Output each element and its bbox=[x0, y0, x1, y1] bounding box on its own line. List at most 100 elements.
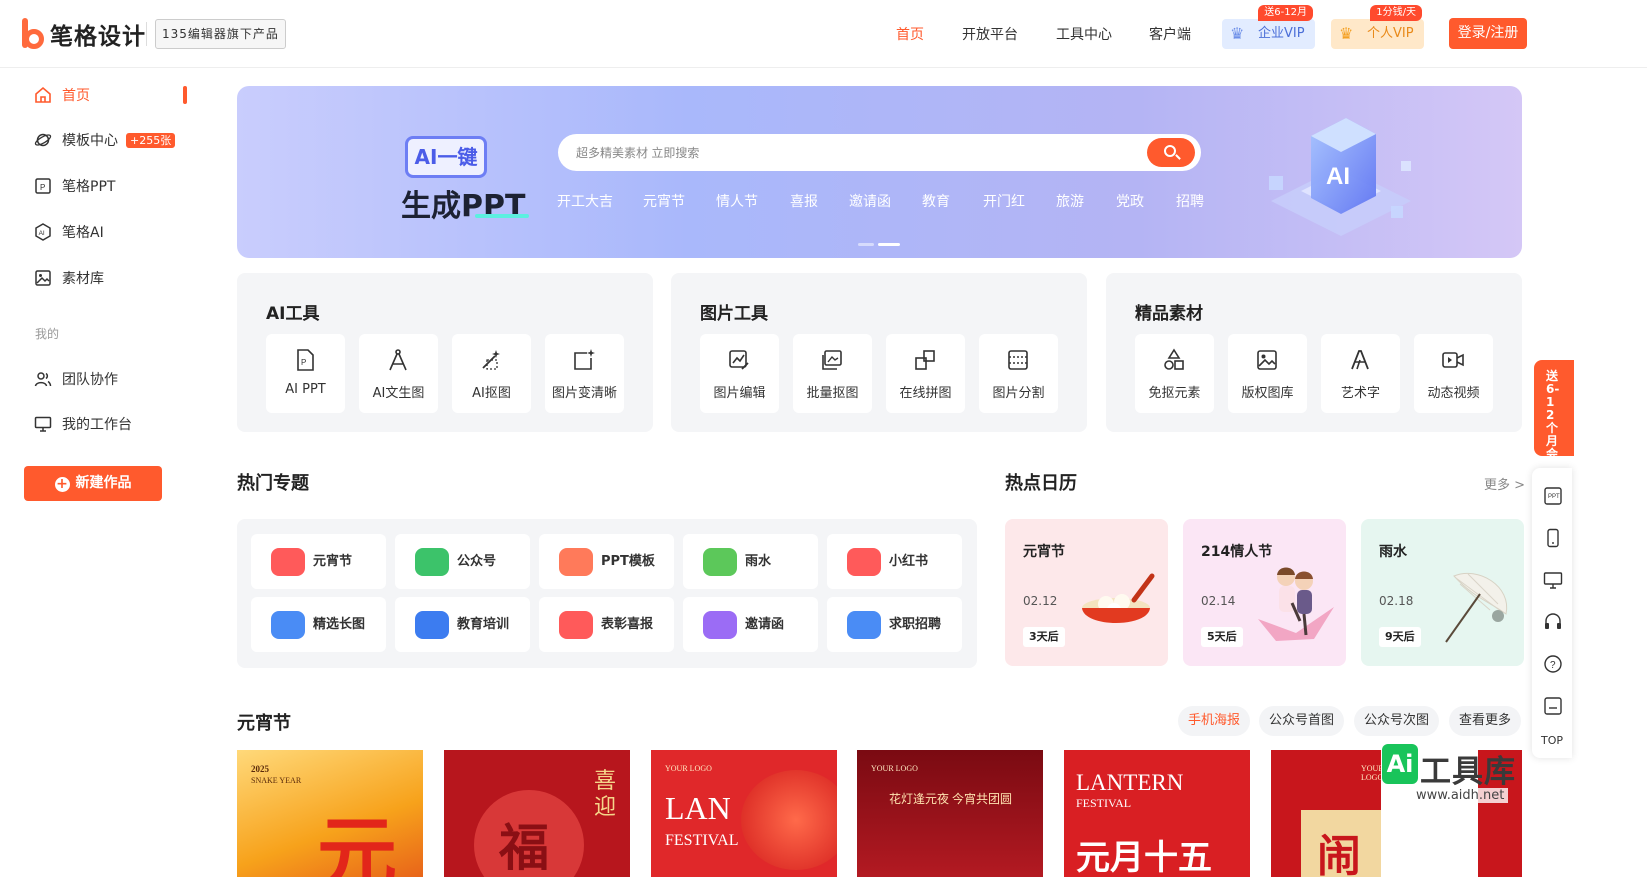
plus-icon: + bbox=[54, 476, 70, 492]
topic-item[interactable]: PPT模板 bbox=[539, 534, 674, 589]
enterprise-vip-button[interactable]: ♛ 企业VIP 送6-12月 bbox=[1222, 5, 1315, 49]
hot-topics-title: 热门专题 bbox=[237, 473, 309, 494]
template-thumbnail[interactable]: YOUR LOGO 花灯逢元夜 今宵共团圆 bbox=[857, 750, 1043, 877]
tool-image-enhance[interactable]: 图片变清晰 bbox=[545, 334, 624, 413]
search-input[interactable] bbox=[576, 134, 1136, 171]
search-button[interactable] bbox=[1147, 138, 1195, 167]
topic-item[interactable]: 雨水 bbox=[683, 534, 818, 589]
hot-tag[interactable]: 情人节 bbox=[716, 191, 758, 211]
template-thumbnail[interactable]: YOUR LOGO LAN FESTIVAL bbox=[651, 750, 837, 877]
back-to-top[interactable]: TOP bbox=[1541, 734, 1563, 747]
nav-client[interactable]: 客户端 bbox=[1149, 24, 1191, 44]
topic-item[interactable]: 小红书 bbox=[827, 534, 962, 589]
tool-image-split[interactable]: 图片分割 bbox=[979, 334, 1058, 413]
sidebar-item-ppt[interactable]: P 笔格PPT bbox=[34, 175, 115, 197]
topic-label: 教育培训 bbox=[457, 617, 510, 632]
filter-wechat-cover[interactable]: 公众号首图 bbox=[1259, 706, 1345, 736]
card-title: AI工具 bbox=[266, 304, 320, 324]
umbrella-icon bbox=[1445, 572, 1508, 643]
sidebar-item-ai[interactable]: AI 笔格AI bbox=[34, 221, 104, 243]
calendar-countdown: 9天后 bbox=[1379, 627, 1421, 647]
sidebar-item-home[interactable]: 首页 bbox=[34, 84, 90, 106]
sidebar-item-team[interactable]: 团队协作 bbox=[34, 368, 118, 390]
carousel-dot[interactable] bbox=[858, 243, 874, 246]
watermark-ai-badge: Ai bbox=[1382, 744, 1418, 784]
template-thumbnail[interactable]: 福 喜迎 bbox=[444, 750, 630, 877]
wechat-icon bbox=[415, 548, 449, 576]
hot-tag[interactable]: 元宵节 bbox=[643, 191, 685, 211]
right-float-toolbar: PPT ? TOP bbox=[1532, 468, 1572, 758]
sparkle-image-icon bbox=[574, 349, 595, 370]
sidebar-item-assets[interactable]: 素材库 bbox=[34, 267, 104, 289]
topic-label: 精选长图 bbox=[313, 617, 366, 632]
watermark-name: 工具库 bbox=[1420, 754, 1516, 790]
sub-brand-badge[interactable]: 135编辑器旗下产品 bbox=[155, 19, 286, 49]
ppt-float-icon[interactable]: PPT bbox=[1543, 486, 1563, 506]
calendar-countdown: 3天后 bbox=[1023, 627, 1065, 647]
my-section-label: 我的 bbox=[35, 327, 60, 341]
red-note-icon bbox=[847, 548, 881, 576]
lantern-shape bbox=[741, 770, 837, 870]
sidebar-item-templates[interactable]: 模板中心 +255张 bbox=[34, 129, 176, 151]
template-thumbnail[interactable]: LANTERN FESTIVAL 元月十五 bbox=[1064, 750, 1250, 877]
hot-tag[interactable]: 邀请函 bbox=[849, 191, 891, 211]
filter-wechat-secondary[interactable]: 公众号次图 bbox=[1354, 706, 1440, 736]
nav-home[interactable]: 首页 bbox=[896, 24, 924, 44]
topic-item[interactable]: 邀请函 bbox=[683, 597, 818, 652]
topic-item[interactable]: 求职招聘 bbox=[827, 597, 962, 652]
hot-tag[interactable]: 教育 bbox=[922, 191, 950, 211]
filter-view-more[interactable]: 查看更多 bbox=[1449, 706, 1522, 736]
login-register-button[interactable]: 登录/注册 bbox=[1449, 18, 1527, 49]
headset-icon[interactable] bbox=[1543, 612, 1563, 632]
svg-text:P: P bbox=[301, 358, 306, 367]
topic-item[interactable]: 精选长图 bbox=[251, 597, 386, 652]
calendar-card[interactable]: 214情人节 02.14 5天后 bbox=[1183, 519, 1346, 666]
filter-mobile-poster[interactable]: 手机海报 bbox=[1178, 706, 1251, 736]
tool-free-elements[interactable]: 免抠元素 bbox=[1135, 334, 1214, 413]
svg-text:P: P bbox=[40, 183, 45, 192]
hot-tag[interactable]: 旅游 bbox=[1056, 191, 1084, 211]
carousel-dot-active[interactable] bbox=[878, 243, 900, 246]
hot-topics-panel: 元宵节 公众号 PPT模板 雨水 小红书 精选长图 教育培训 表彰喜报 邀请函 … bbox=[237, 519, 977, 668]
topic-item[interactable]: 公众号 bbox=[395, 534, 530, 589]
topic-item[interactable]: 教育培训 bbox=[395, 597, 530, 652]
template-thumbnail[interactable]: 2025 SNAKE YEAR 元 bbox=[237, 750, 423, 877]
help-icon[interactable]: ? bbox=[1543, 654, 1563, 674]
sidebar-item-label: 团队协作 bbox=[62, 372, 118, 388]
personal-vip-button[interactable]: ♛ 个人VIP 1分钱/天 bbox=[1331, 5, 1424, 49]
picture-icon bbox=[1257, 350, 1277, 370]
tool-batch-cutout[interactable]: 批量抠图 bbox=[793, 334, 872, 413]
nav-open-platform[interactable]: 开放平台 bbox=[962, 24, 1018, 44]
hot-tag[interactable]: 开工大吉 bbox=[557, 191, 613, 211]
feedback-icon[interactable] bbox=[1543, 696, 1563, 716]
desktop-icon[interactable] bbox=[1543, 570, 1563, 590]
new-work-button[interactable]: + 新建作品 bbox=[24, 466, 162, 501]
calendar-more-link[interactable]: 更多 > bbox=[1484, 474, 1525, 493]
phone-icon[interactable] bbox=[1543, 528, 1563, 548]
hot-tag[interactable]: 招聘 bbox=[1176, 191, 1204, 211]
promo-float-button[interactable]: 送6-12个月会员年 bbox=[1534, 360, 1574, 487]
brand-logo[interactable]: 笔格设计 bbox=[22, 17, 146, 51]
hot-tag[interactable]: 喜报 bbox=[790, 191, 818, 211]
tool-collage[interactable]: 在线拼图 bbox=[886, 334, 965, 413]
sidebar-item-workspace[interactable]: 我的工作台 bbox=[34, 413, 132, 435]
tool-ai-cutout[interactable]: AI抠图 bbox=[452, 334, 531, 413]
tool-art-text[interactable]: 艺术字 bbox=[1321, 334, 1400, 413]
topic-label: 表彰喜报 bbox=[601, 617, 654, 632]
tool-dynamic-video[interactable]: 动态视频 bbox=[1414, 334, 1493, 413]
calendar-name: 214情人节 bbox=[1201, 544, 1273, 560]
tool-copyright-images[interactable]: 版权图库 bbox=[1228, 334, 1307, 413]
topic-item[interactable]: 表彰喜报 bbox=[539, 597, 674, 652]
thumb-big-text: LAN bbox=[665, 790, 731, 826]
calendar-card[interactable]: 雨水 02.18 9天后 bbox=[1361, 519, 1524, 666]
hot-calendar-title: 热点日历 bbox=[1005, 473, 1077, 494]
calendar-card[interactable]: 元宵节 02.12 3天后 bbox=[1005, 519, 1168, 666]
template-thumbnail[interactable]: YOUR LOGO 闹 bbox=[1271, 750, 1381, 877]
tool-ai-text-to-image[interactable]: AI文生图 bbox=[359, 334, 438, 413]
hot-tag[interactable]: 开门红 bbox=[983, 191, 1025, 211]
hot-tag[interactable]: 党政 bbox=[1116, 191, 1144, 211]
topic-item[interactable]: 元宵节 bbox=[251, 534, 386, 589]
nav-tool-center[interactable]: 工具中心 bbox=[1056, 24, 1112, 44]
tool-ai-ppt[interactable]: P AI PPT bbox=[266, 334, 345, 413]
tool-image-edit[interactable]: 图片编辑 bbox=[700, 334, 779, 413]
